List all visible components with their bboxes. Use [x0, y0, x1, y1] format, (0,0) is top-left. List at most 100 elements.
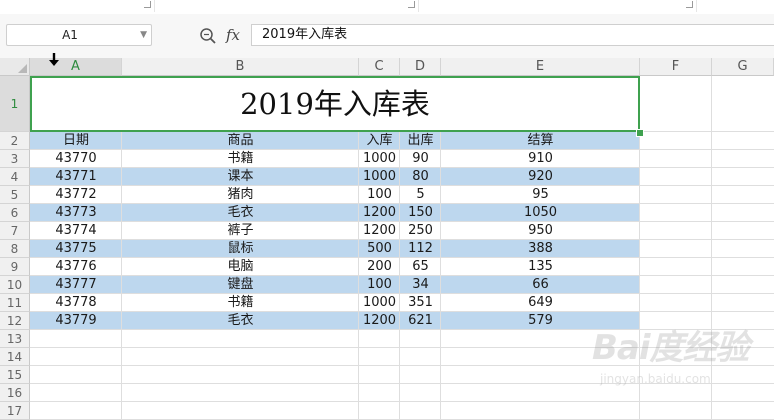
watermark-logo: Bai度经验: [592, 328, 750, 368]
row-header-17[interactable]: 17: [0, 402, 30, 420]
header-cell[interactable]: 商品: [122, 132, 359, 150]
column-header-e[interactable]: E: [441, 58, 640, 76]
data-cell[interactable]: 910: [441, 150, 640, 168]
ribbon-divider: [696, 0, 697, 12]
column-header-g[interactable]: G: [712, 58, 774, 76]
data-cell[interactable]: 1000: [359, 294, 400, 312]
zoom-icon[interactable]: [199, 27, 217, 45]
formula-input[interactable]: 2019年入库表: [251, 24, 774, 46]
data-cell[interactable]: 388: [441, 240, 640, 258]
data-cell[interactable]: 毛衣: [122, 204, 359, 222]
formula-bar: A1 ▼ fx 2019年入库表: [0, 14, 774, 58]
row-header-15[interactable]: 15: [0, 366, 30, 384]
ribbon-group-launcher-icon[interactable]: [408, 1, 415, 8]
column-header-b[interactable]: B: [122, 58, 359, 76]
header-cell[interactable]: 结算: [441, 132, 640, 150]
header-cell[interactable]: 日期: [30, 132, 122, 150]
name-box-value[interactable]: A1: [7, 25, 133, 45]
header-cell[interactable]: 入库: [359, 132, 400, 150]
data-cell[interactable]: 43776: [30, 258, 122, 276]
data-cell[interactable]: 100: [359, 186, 400, 204]
data-cell[interactable]: 1000: [359, 168, 400, 186]
data-cell[interactable]: 43770: [30, 150, 122, 168]
data-cell[interactable]: 950: [441, 222, 640, 240]
data-cell[interactable]: 43778: [30, 294, 122, 312]
data-cell[interactable]: 键盘: [122, 276, 359, 294]
row-header-13[interactable]: 13: [0, 330, 30, 348]
row-header-12[interactable]: 12: [0, 312, 30, 330]
data-cell[interactable]: 书籍: [122, 294, 359, 312]
data-cell[interactable]: 1050: [441, 204, 640, 222]
row-header-16[interactable]: 16: [0, 384, 30, 402]
ribbon-divider: [154, 0, 155, 12]
data-cell[interactable]: 150: [400, 204, 441, 222]
data-cell[interactable]: 65: [400, 258, 441, 276]
spreadsheet-grid: ABCDEFG 1 2 3 4 5 6 7 8 9 10 11 12 13 14 15 16 17 2019年入…: [0, 53, 774, 420]
selection-border: [30, 76, 640, 132]
row-header-9[interactable]: 9: [0, 258, 30, 276]
data-cell[interactable]: 43777: [30, 276, 122, 294]
data-cell[interactable]: 250: [400, 222, 441, 240]
header-cell[interactable]: 出库: [400, 132, 441, 150]
watermark: Bai度经验 jingyan.baidu.com: [592, 320, 768, 410]
data-cell[interactable]: 500: [359, 240, 400, 258]
row-header-3[interactable]: 3: [0, 150, 30, 168]
data-cell[interactable]: 猪肉: [122, 186, 359, 204]
data-cell[interactable]: 200: [359, 258, 400, 276]
data-cell[interactable]: 5: [400, 186, 441, 204]
data-cell[interactable]: 1200: [359, 222, 400, 240]
data-cell[interactable]: 100: [359, 276, 400, 294]
data-cell[interactable]: 1000: [359, 150, 400, 168]
ribbon-strip: [0, 0, 774, 15]
data-cell[interactable]: 1200: [359, 312, 400, 330]
column-header-d[interactable]: D: [400, 58, 441, 76]
row-header-10[interactable]: 10: [0, 276, 30, 294]
data-cell[interactable]: 95: [441, 186, 640, 204]
data-cell[interactable]: 43779: [30, 312, 122, 330]
data-cell[interactable]: 43775: [30, 240, 122, 258]
row-header-2[interactable]: 2: [0, 132, 30, 150]
fx-icon[interactable]: fx: [226, 25, 240, 45]
data-cell[interactable]: 34: [400, 276, 441, 294]
chevron-down-icon[interactable]: ▼: [140, 25, 147, 45]
data-cell[interactable]: 621: [400, 312, 441, 330]
data-cell[interactable]: 课本: [122, 168, 359, 186]
data-cell[interactable]: 毛衣: [122, 312, 359, 330]
data-cell[interactable]: 135: [441, 258, 640, 276]
data-cell[interactable]: 66: [441, 276, 640, 294]
fill-handle[interactable]: [636, 129, 644, 137]
column-header-f[interactable]: F: [640, 58, 712, 76]
row-header-8[interactable]: 8: [0, 240, 30, 258]
data-cell[interactable]: 43774: [30, 222, 122, 240]
ribbon-group-launcher-icon[interactable]: [144, 1, 151, 8]
select-all-corner[interactable]: [0, 58, 30, 76]
data-cell[interactable]: 920: [441, 168, 640, 186]
name-box[interactable]: A1 ▼: [6, 24, 152, 46]
data-cell[interactable]: 书籍: [122, 150, 359, 168]
row-header-7[interactable]: 7: [0, 222, 30, 240]
ribbon-divider: [418, 0, 419, 12]
data-cell[interactable]: 649: [441, 294, 640, 312]
row-header-5[interactable]: 5: [0, 186, 30, 204]
ribbon-group-launcher-icon[interactable]: [686, 1, 693, 8]
row-header-1[interactable]: 1: [0, 76, 30, 132]
data-cell[interactable]: 43772: [30, 186, 122, 204]
data-cell[interactable]: 43773: [30, 204, 122, 222]
data-cell[interactable]: 351: [400, 294, 441, 312]
data-cell[interactable]: 90: [400, 150, 441, 168]
data-cell[interactable]: 112: [400, 240, 441, 258]
row-header-11[interactable]: 11: [0, 294, 30, 312]
data-cell[interactable]: 鼠标: [122, 240, 359, 258]
data-cell[interactable]: 电脑: [122, 258, 359, 276]
watermark-url: jingyan.baidu.com: [600, 372, 711, 386]
row-header-14[interactable]: 14: [0, 348, 30, 366]
data-cell[interactable]: 1200: [359, 204, 400, 222]
row-header-6[interactable]: 6: [0, 204, 30, 222]
column-header-a[interactable]: A: [30, 58, 122, 76]
data-cell[interactable]: 43771: [30, 168, 122, 186]
select-all-icon: [18, 64, 27, 73]
row-header-4[interactable]: 4: [0, 168, 30, 186]
data-cell[interactable]: 80: [400, 168, 441, 186]
data-cell[interactable]: 裤子: [122, 222, 359, 240]
column-header-c[interactable]: C: [359, 58, 400, 76]
